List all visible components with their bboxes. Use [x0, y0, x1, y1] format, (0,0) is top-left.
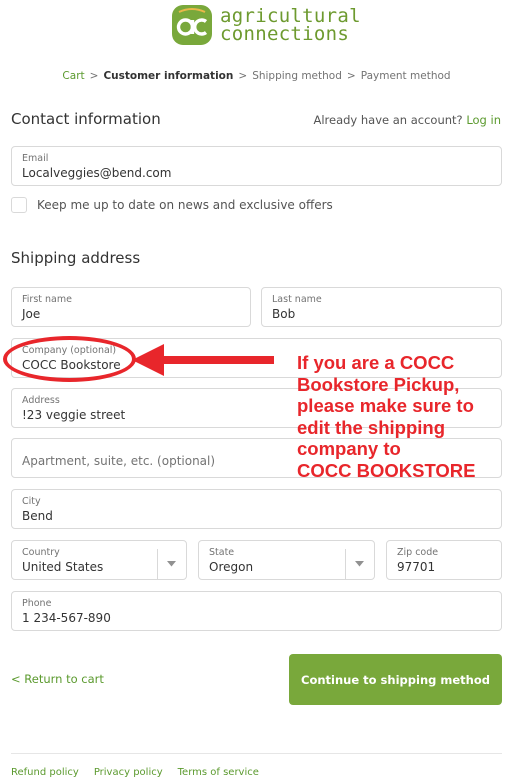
- breadcrumb-customer-information: Customer information: [103, 70, 234, 82]
- privacy-policy-link[interactable]: Privacy policy: [94, 767, 163, 778]
- logo-mark-icon: [172, 5, 212, 45]
- zip-code-label: Zip code: [397, 547, 439, 558]
- annotation-arrow-icon: [132, 344, 274, 376]
- refund-policy-link[interactable]: Refund policy: [11, 767, 79, 778]
- country-label: Country: [22, 547, 60, 558]
- annotation-line: please make sure to: [297, 395, 474, 416]
- first-name-label: First name: [22, 294, 72, 305]
- breadcrumb-payment-method: Payment method: [360, 70, 451, 82]
- terms-of-service-link[interactable]: Terms of service: [178, 767, 259, 778]
- annotation-note: If you are a COCC Bookstore Pickup, plea…: [297, 352, 513, 481]
- newsletter-option[interactable]: Keep me up to date on news and exclusive…: [11, 197, 333, 213]
- breadcrumb: Cart > Customer information > Shipping metho…: [0, 70, 513, 82]
- state-label: State: [209, 547, 235, 558]
- breadcrumb-separator: >: [346, 70, 356, 82]
- phone-label: Phone: [22, 598, 52, 609]
- last-name-label: Last name: [272, 294, 322, 305]
- last-name-value: Bob: [272, 307, 296, 321]
- newsletter-checkbox[interactable]: [11, 197, 27, 213]
- return-to-cart-link[interactable]: < Return to cart: [11, 672, 104, 686]
- annotation-line: COCC BOOKSTORE: [297, 459, 476, 481]
- account-prompt-text: Already have an account?: [313, 113, 463, 127]
- breadcrumb-separator: >: [89, 70, 99, 82]
- annotation-circle: [3, 336, 136, 382]
- login-link[interactable]: Log in: [466, 113, 501, 127]
- phone-value: 1 234-567-890: [22, 611, 111, 625]
- breadcrumb-separator: >: [238, 70, 248, 82]
- breadcrumb-shipping-method: Shipping method: [252, 70, 342, 82]
- email-value: Localveggies@bend.com: [22, 166, 172, 180]
- state-value: Oregon: [209, 560, 254, 574]
- shipping-address-title: Shipping address: [11, 249, 141, 267]
- first-name-value: Joe: [22, 307, 41, 321]
- brand-logo[interactable]: agricultural connections: [170, 3, 361, 47]
- newsletter-label: Keep me up to date on news and exclusive…: [37, 198, 333, 212]
- account-prompt: Already have an account? Log in: [313, 113, 501, 127]
- phone-field[interactable]: Phone 1 234-567-890: [11, 591, 502, 631]
- email-field[interactable]: Email Localveggies@bend.com: [11, 146, 502, 186]
- annotation-line: edit the shipping: [297, 416, 445, 438]
- annotation-line: company to: [297, 438, 401, 459]
- footer-divider: [11, 753, 502, 754]
- brand-name-line2: connections: [220, 23, 350, 45]
- chevron-down-icon: [157, 549, 185, 579]
- email-label: Email: [22, 153, 49, 164]
- state-select[interactable]: State Oregon: [198, 540, 375, 580]
- contact-information-title: Contact information: [11, 110, 161, 128]
- zip-code-value: 97701: [397, 560, 436, 574]
- city-label: City: [22, 496, 41, 507]
- continue-to-shipping-button[interactable]: Continue to shipping method: [289, 654, 502, 705]
- breadcrumb-cart[interactable]: Cart: [62, 70, 84, 82]
- footer-links: Refund policy Privacy policy Terms of se…: [11, 767, 259, 778]
- first-name-field[interactable]: First name Joe: [11, 287, 251, 327]
- brand-name: agricultural connections: [220, 7, 361, 45]
- country-value: United States: [22, 560, 104, 574]
- last-name-field[interactable]: Last name Bob: [261, 287, 502, 327]
- annotation-line: Bookstore Pickup,: [297, 373, 460, 395]
- chevron-down-icon: [345, 549, 373, 579]
- annotation-line: If you are a COCC: [297, 352, 455, 373]
- city-value: Bend: [22, 509, 53, 523]
- zip-code-field[interactable]: Zip code 97701: [386, 540, 502, 580]
- country-select[interactable]: Country United States: [11, 540, 187, 580]
- city-field[interactable]: City Bend: [11, 489, 502, 529]
